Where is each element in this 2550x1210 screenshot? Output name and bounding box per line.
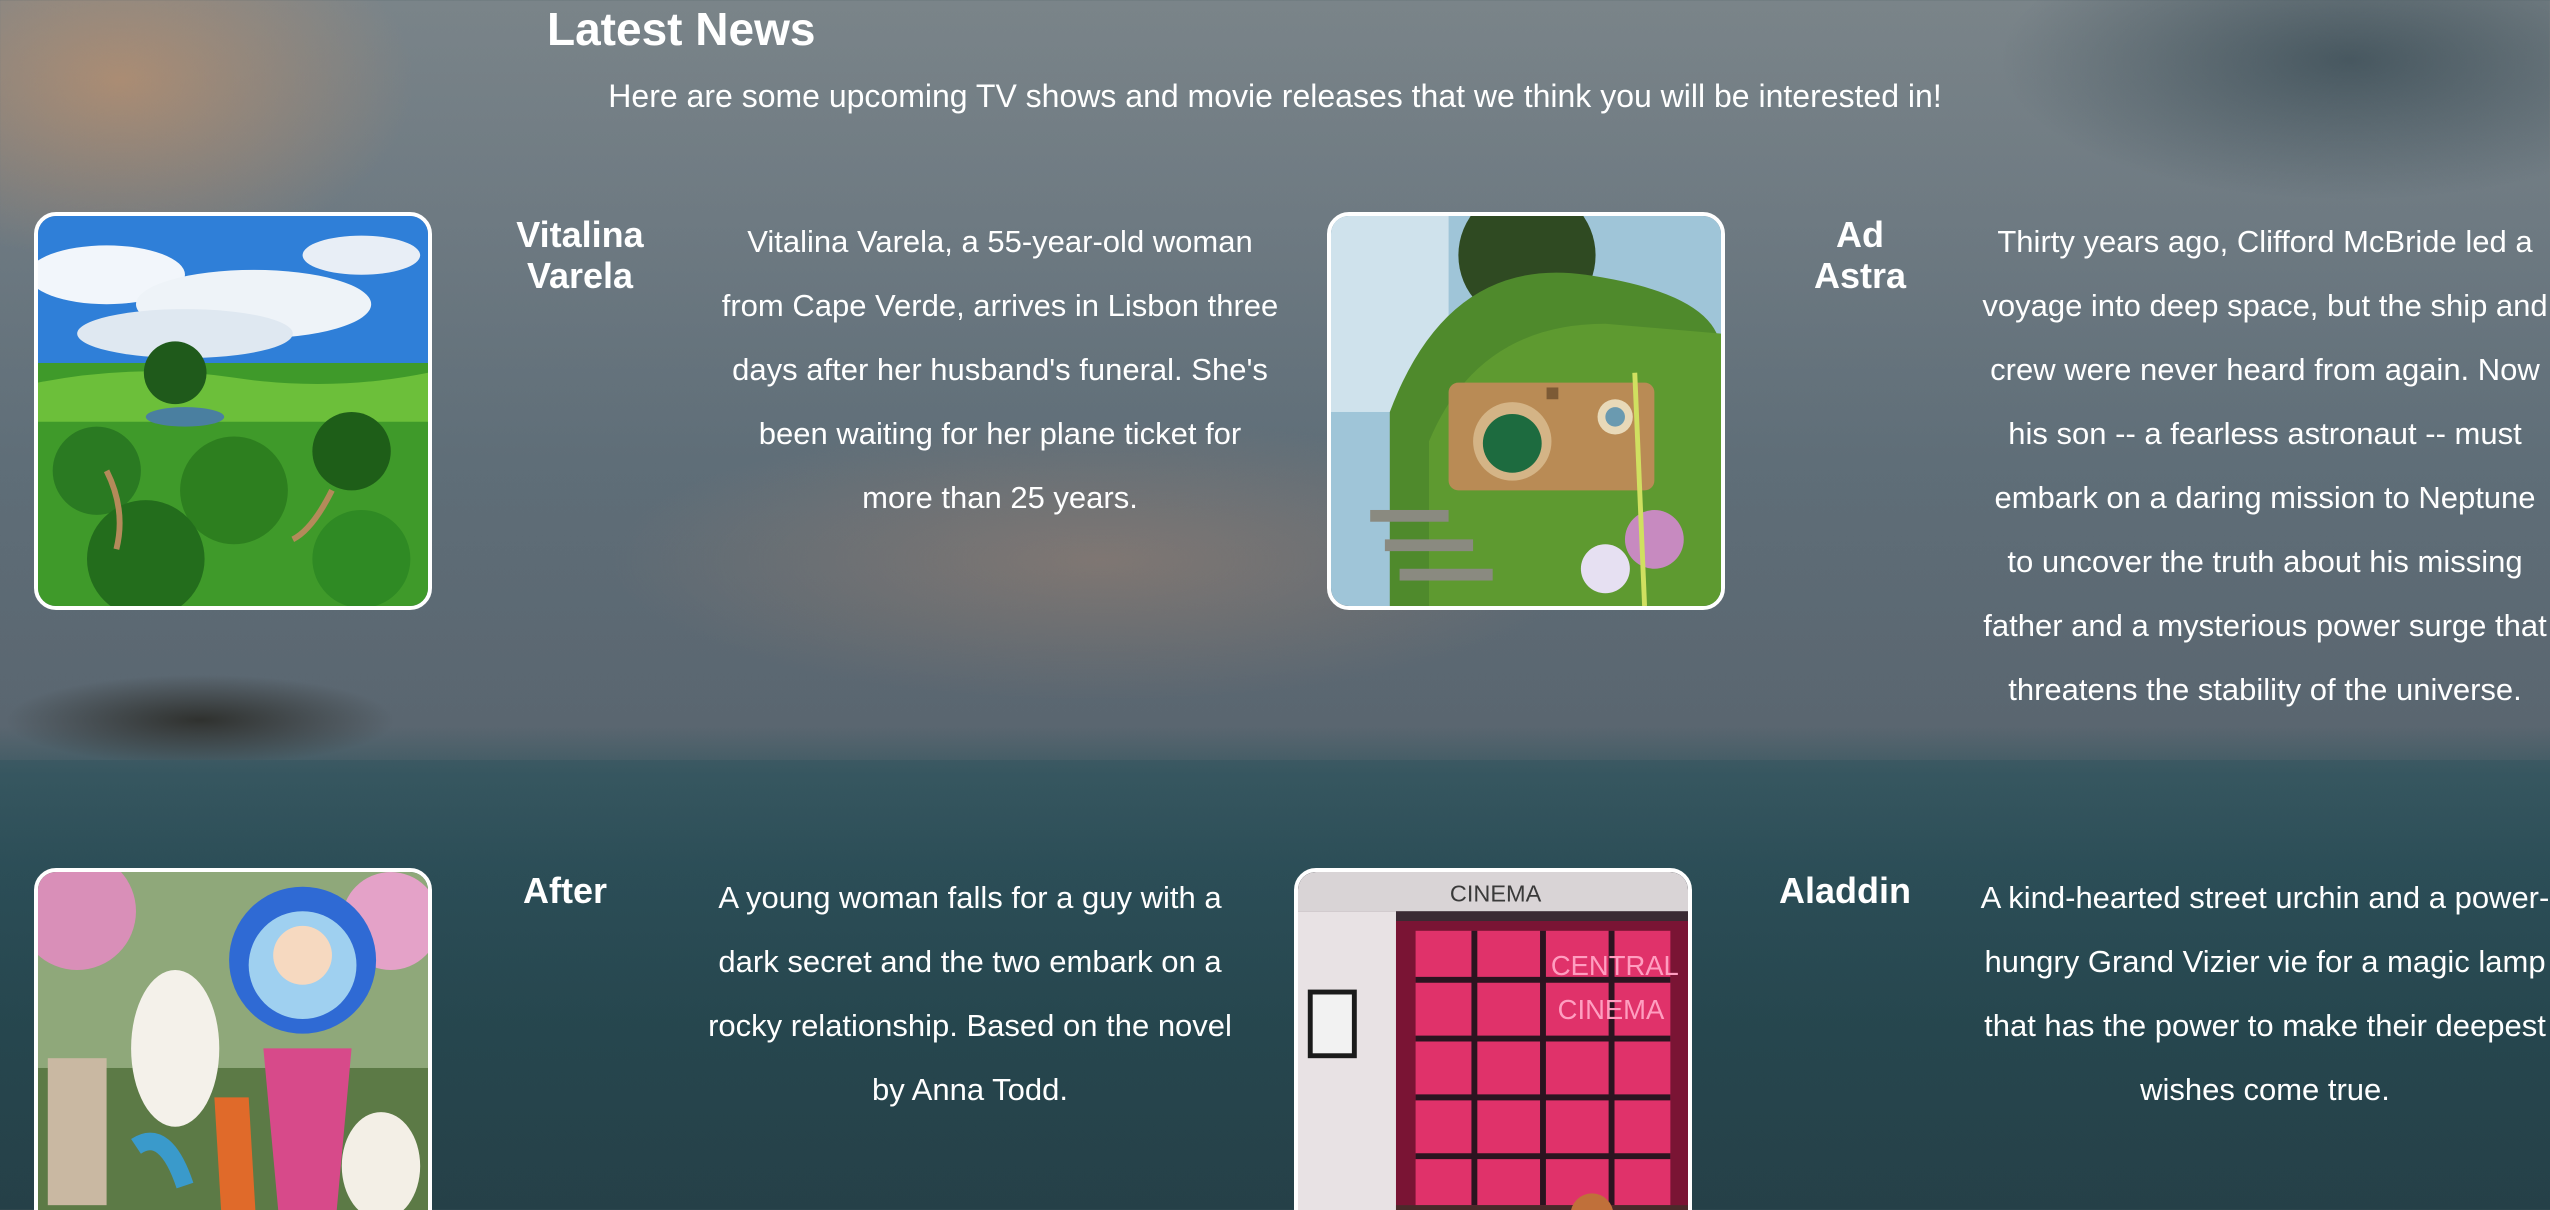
title-line: After <box>522 870 607 911</box>
movie-description-vitalina-varela: Vitalina Varela, a 55-year-old woman fro… <box>721 224 1279 515</box>
neon-cinema-image: CINEMA CENTRAL CINEMA <box>1298 872 1688 1210</box>
movie-description-ad-astra: Thirty years ago, Clifford McBride led a… <box>1982 224 2548 707</box>
title-line: Astra <box>1813 255 1907 296</box>
movie-title-after: After <box>500 870 630 911</box>
section-title: Latest News <box>547 3 816 55</box>
title-line: Aladdin <box>1779 870 1911 911</box>
movie-image-vitalina-varela[interactable] <box>34 212 432 610</box>
neon-sign-line-2: CINEMA <box>1558 994 1665 1025</box>
movie-title-aladdin: Aladdin <box>1765 870 1925 911</box>
section-intro: Here are some upcoming TV shows and movi… <box>608 78 1942 114</box>
title-line: Vitalina <box>516 214 644 255</box>
cinema-sign-text: CINEMA <box>1450 880 1542 906</box>
festival-statues-image <box>38 872 428 1210</box>
background-palm-shore <box>0 600 480 760</box>
movie-image-aladdin[interactable]: CINEMA CENTRAL CINEMA <box>1294 868 1692 1210</box>
movie-title-vitalina-varela: Vitalina Varela <box>500 214 660 296</box>
movie-description-after: A young woman falls for a guy with a dar… <box>708 880 1232 1107</box>
title-line: Ad <box>1836 214 1884 255</box>
movie-description-aladdin: A kind-hearted street urchin and a power… <box>1980 880 2550 1107</box>
movie-image-after[interactable] <box>34 868 432 1210</box>
title-line: Varela <box>526 255 634 296</box>
landscape-hills-image <box>38 216 428 606</box>
neon-sign-line-1: CENTRAL <box>1551 950 1679 981</box>
movie-image-ad-astra[interactable] <box>1327 212 1725 610</box>
hobbit-hole-image <box>1331 216 1721 606</box>
movie-title-ad-astra: Ad Astra <box>1800 214 1920 296</box>
